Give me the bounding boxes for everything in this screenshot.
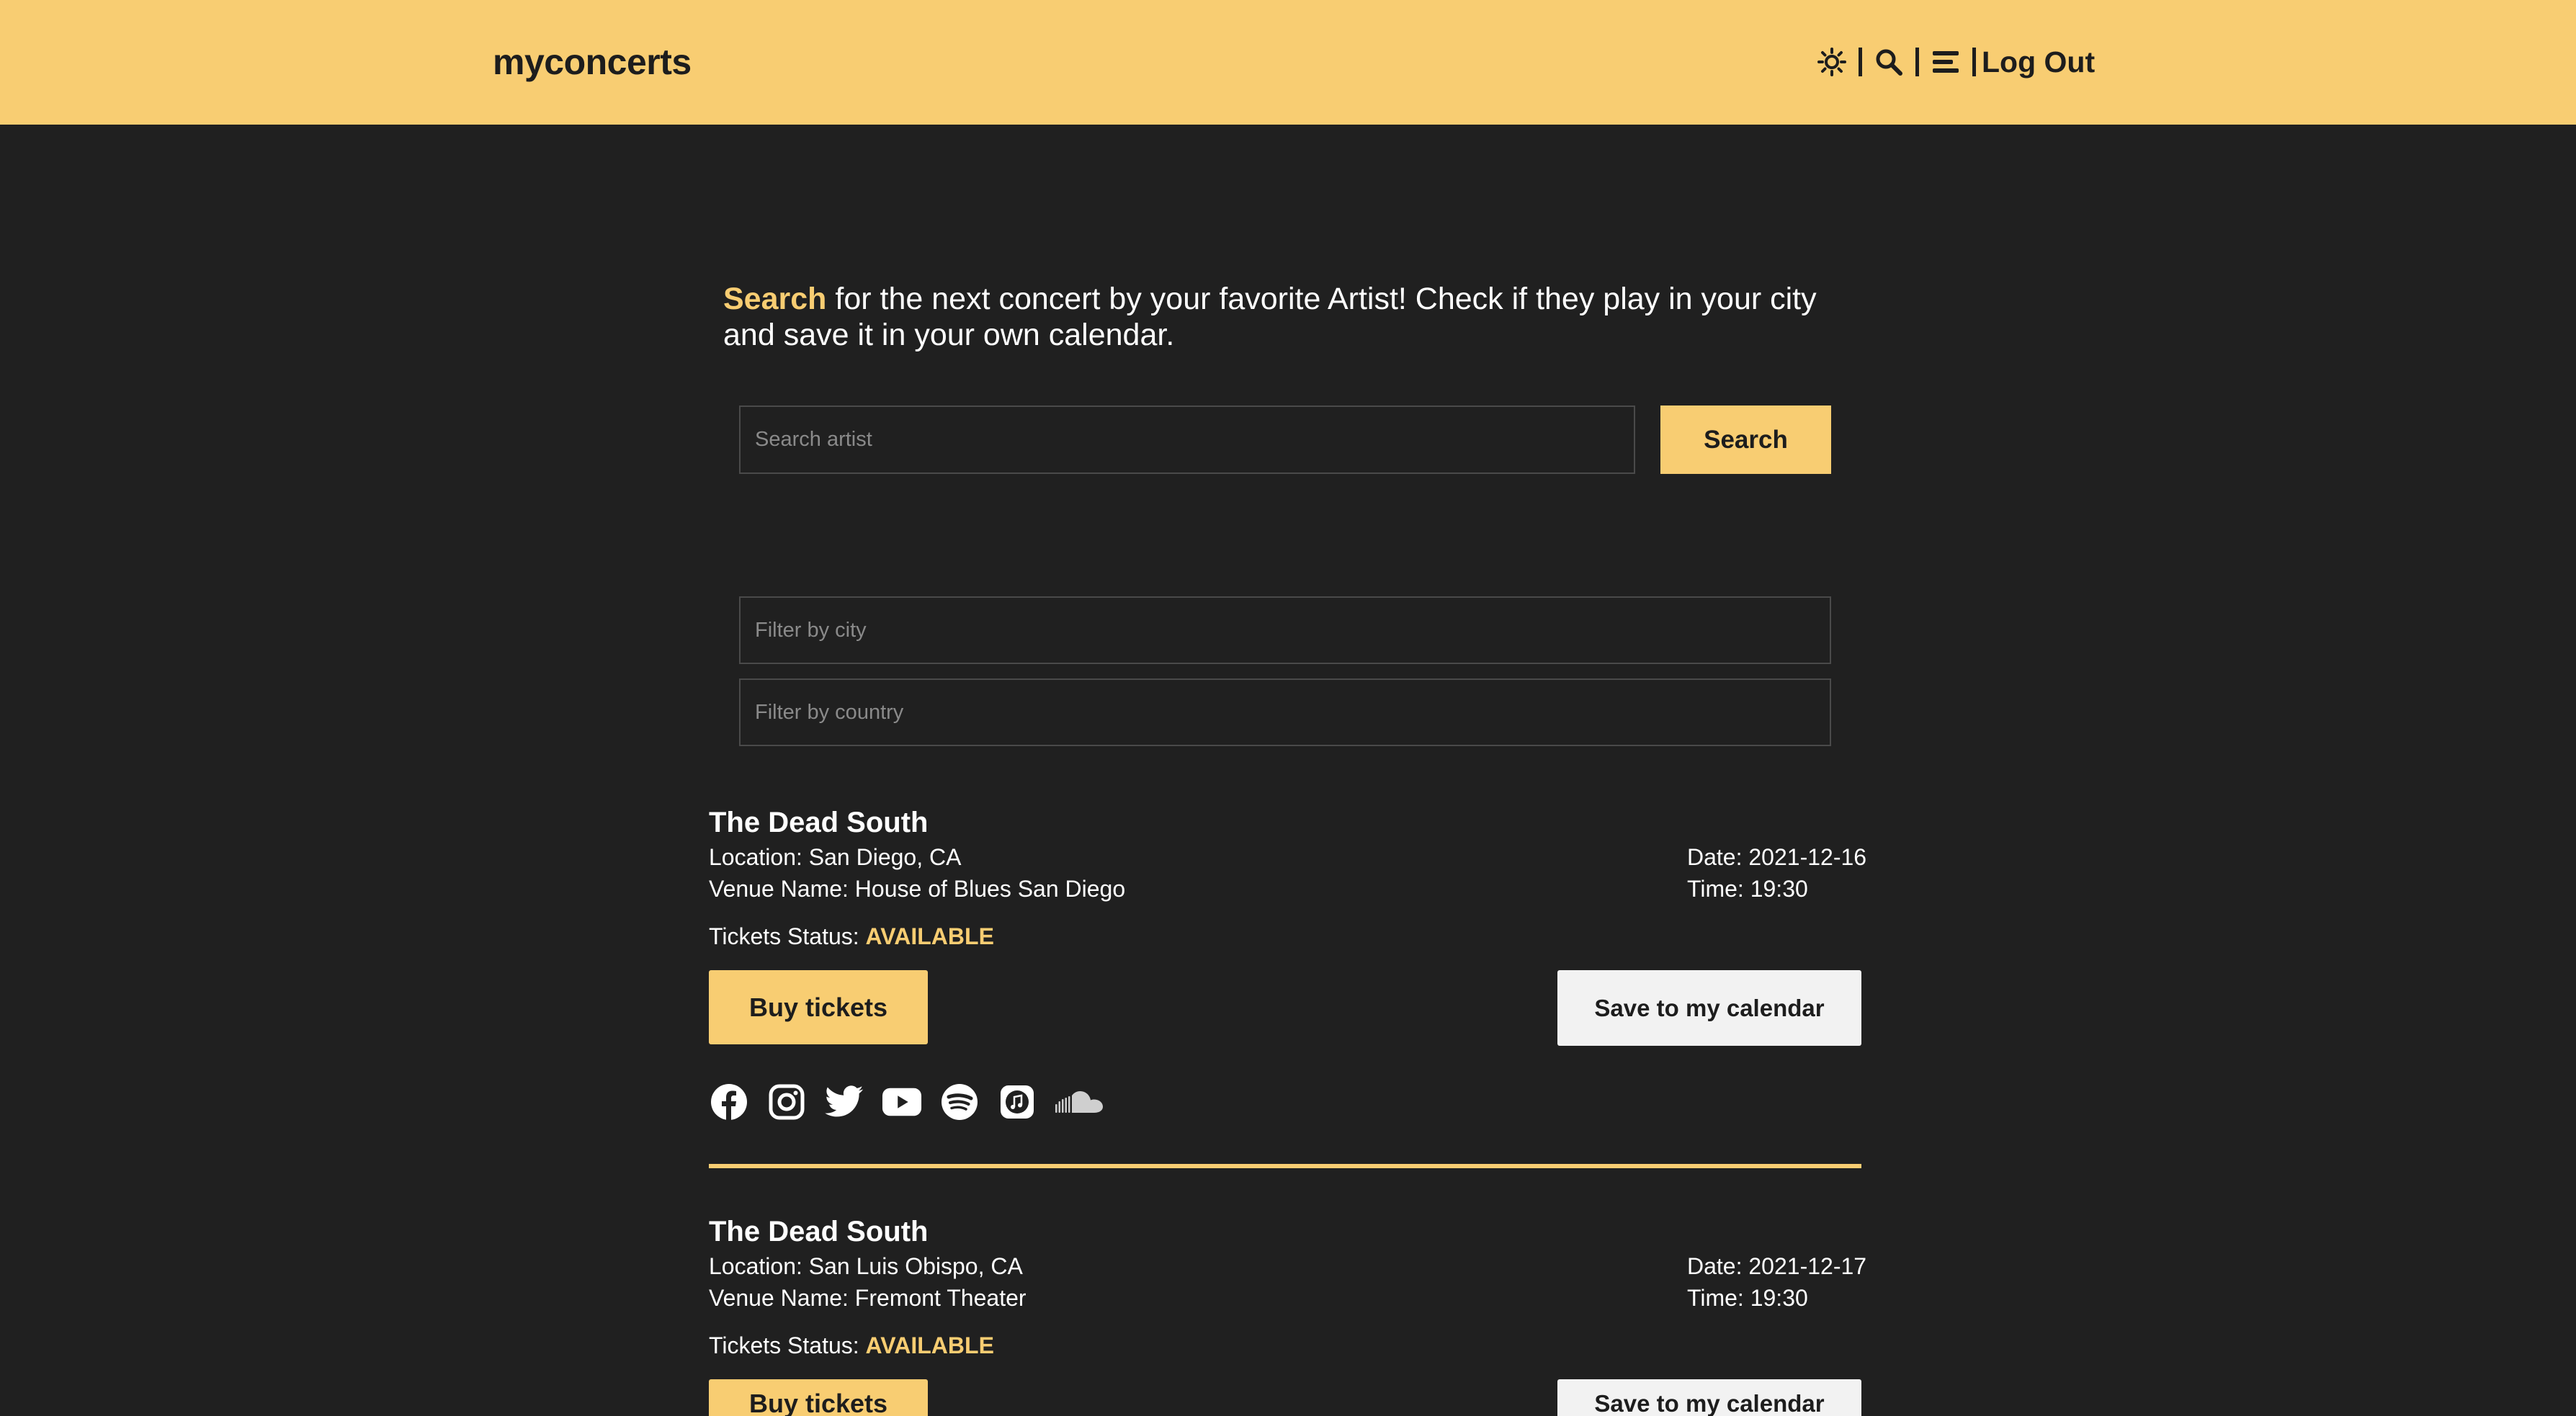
menu-icon[interactable] — [1929, 45, 1962, 79]
search-button[interactable]: Search — [1660, 405, 1831, 474]
itunes-icon[interactable] — [997, 1082, 1037, 1122]
top-header: myconcerts Log Out — [0, 0, 2576, 125]
soundcloud-icon[interactable] — [1055, 1082, 1104, 1122]
sun-icon[interactable] — [1815, 45, 1848, 79]
concert-time: Time: 19:30 — [1687, 1285, 1808, 1311]
twitter-icon[interactable] — [824, 1082, 864, 1122]
status-badge: AVAILABLE — [865, 1332, 994, 1358]
logout-link[interactable]: Log Out — [1982, 40, 2095, 84]
nav-separator — [1915, 48, 1919, 76]
social-links — [709, 1082, 1121, 1122]
header-nav: Log Out — [1815, 40, 2095, 84]
concert-location: Location: San Luis Obispo, CA — [709, 1253, 1023, 1279]
tickets-status: Tickets Status: AVAILABLE — [709, 923, 994, 949]
concert-venue: Venue Name: House of Blues San Diego — [709, 876, 1126, 902]
buy-tickets-button[interactable]: Buy tickets — [709, 970, 928, 1044]
intro-highlight: Search — [723, 282, 827, 316]
nav-separator — [1972, 48, 1976, 76]
tickets-status: Tickets Status: AVAILABLE — [709, 1332, 994, 1358]
save-to-calendar-button[interactable]: Save to my calendar — [1557, 970, 1861, 1046]
facebook-icon[interactable] — [709, 1082, 749, 1122]
spotify-icon[interactable] — [939, 1082, 980, 1122]
youtube-icon[interactable] — [882, 1082, 922, 1122]
intro-text: Search for the next concert by your favo… — [723, 281, 1869, 353]
concert-location: Location: San Diego, CA — [709, 844, 962, 870]
artist-name: The Dead South — [709, 807, 929, 838]
intro-body: for the next concert by your favorite Ar… — [723, 282, 1817, 352]
concert-venue: Venue Name: Fremont Theater — [709, 1285, 1027, 1311]
concert-date: Date: 2021-12-16 — [1687, 844, 1867, 870]
filter-country-input[interactable] — [739, 678, 1831, 746]
filter-city-input[interactable] — [739, 596, 1831, 664]
search-icon[interactable] — [1872, 45, 1905, 79]
artist-name: The Dead South — [709, 1216, 929, 1247]
brand-logo[interactable]: myconcerts — [493, 40, 692, 84]
nav-separator — [1859, 48, 1862, 76]
status-badge: AVAILABLE — [865, 923, 994, 949]
concert-time: Time: 19:30 — [1687, 876, 1808, 902]
instagram-icon[interactable] — [766, 1082, 807, 1122]
concert-divider — [709, 1164, 1861, 1168]
buy-tickets-button[interactable]: Buy tickets — [709, 1379, 928, 1416]
search-artist-input[interactable] — [739, 405, 1635, 474]
concert-date: Date: 2021-12-17 — [1687, 1253, 1867, 1279]
save-to-calendar-button[interactable]: Save to my calendar — [1557, 1379, 1861, 1416]
